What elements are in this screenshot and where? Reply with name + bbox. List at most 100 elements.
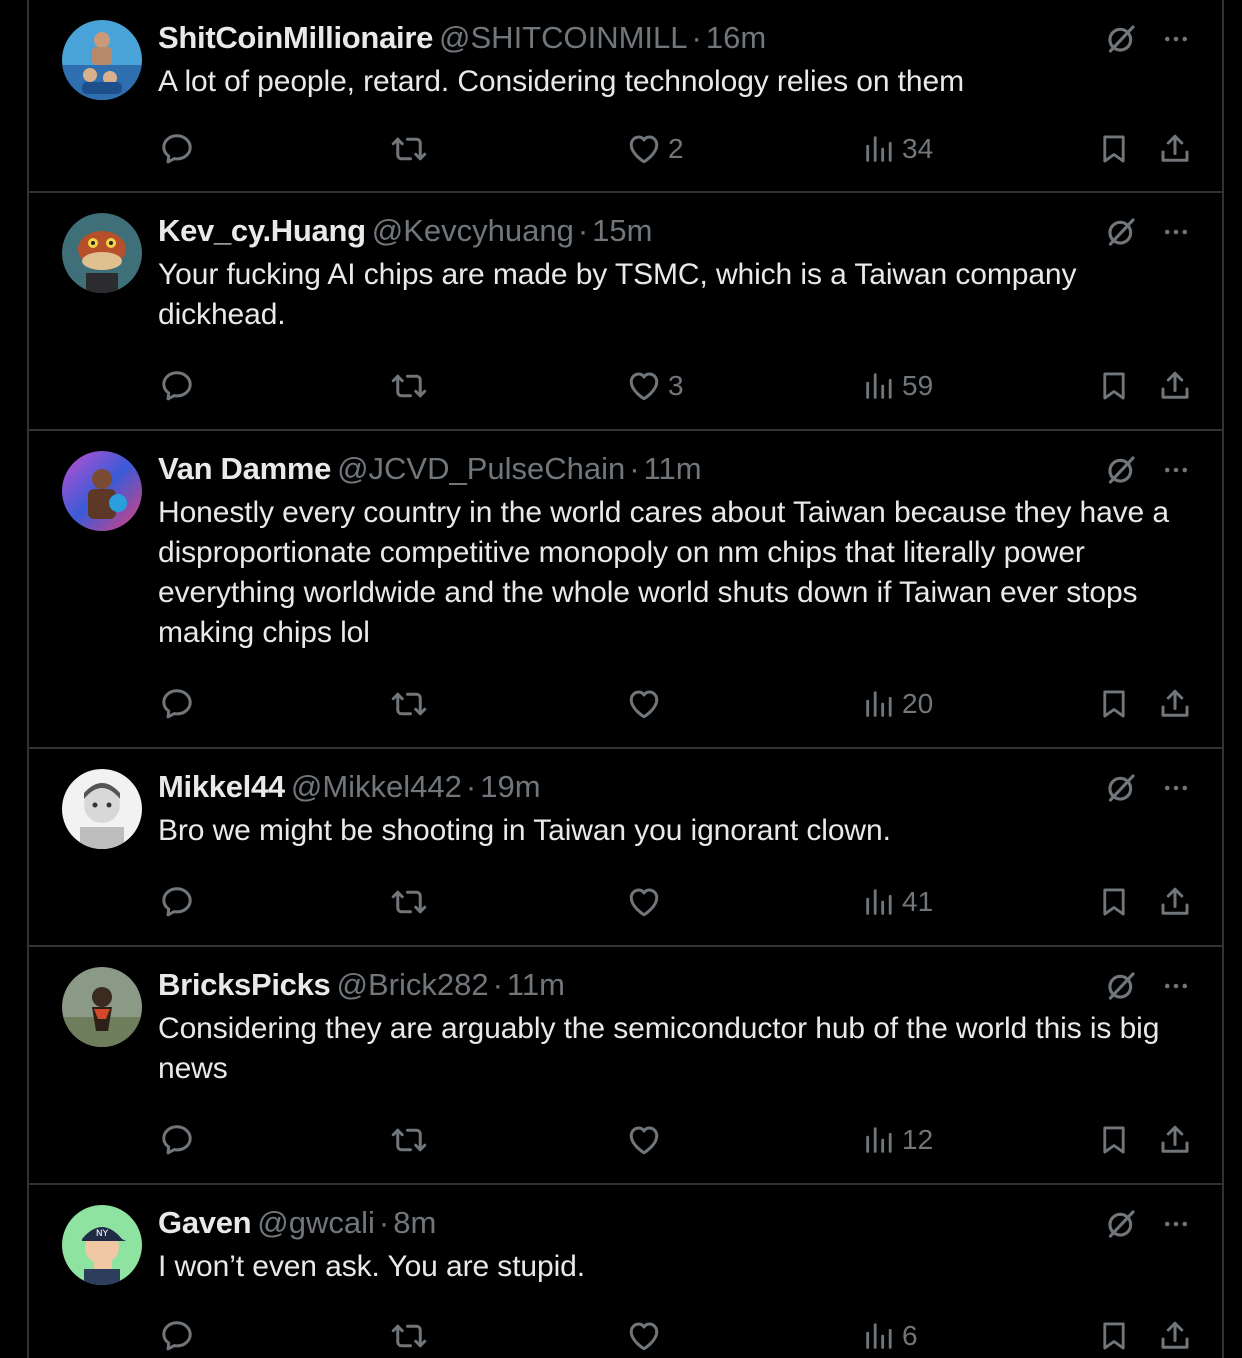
views-button[interactable]: 41 [862, 880, 933, 924]
reply-button[interactable] [159, 364, 195, 408]
more-dots-icon[interactable] [1159, 971, 1193, 1001]
avatar[interactable] [62, 213, 142, 293]
share-button[interactable] [1157, 127, 1193, 171]
separator-dot: · [465, 769, 477, 804]
display-name[interactable]: Mikkel44 [158, 769, 285, 804]
avatar[interactable]: NY [62, 1205, 142, 1285]
speech-bubble-icon [159, 1318, 195, 1354]
reply-button[interactable] [159, 880, 195, 924]
reply-post[interactable]: Kev_cy.Huang @Kevcyhuang · 15m Your fucking… [29, 193, 1222, 431]
replies-feed: ShitCoinMillionaire @SHITCOINMILL · 16m A l… [27, 0, 1224, 1358]
view-count: 59 [902, 370, 934, 401]
more-dots-icon[interactable] [1159, 24, 1193, 54]
more-dots-icon[interactable] [1159, 1209, 1193, 1239]
avatar[interactable] [62, 451, 142, 531]
avatar[interactable] [62, 20, 142, 100]
reply-header: Van Damme @JCVD_PulseChain · 11m [158, 449, 702, 489]
bookmark-icon [1097, 1122, 1131, 1158]
reply-button[interactable] [159, 1314, 195, 1358]
reply-button[interactable] [159, 1118, 195, 1162]
user-handle[interactable]: @Kevcyhuang [372, 213, 574, 248]
more-dots-icon[interactable] [1159, 773, 1193, 803]
views-button[interactable]: 59 [862, 364, 933, 408]
timestamp[interactable]: 16m [706, 20, 766, 55]
timestamp[interactable]: 11m [644, 451, 702, 486]
repost-button[interactable] [389, 364, 429, 408]
more-dots-icon[interactable] [1159, 217, 1193, 247]
bookmark-button[interactable] [1097, 1118, 1131, 1162]
grok-slash-circle-icon[interactable] [1104, 453, 1138, 487]
view-count: 12 [902, 1124, 934, 1155]
speech-bubble-icon [159, 884, 195, 920]
display-name[interactable]: Van Damme [158, 451, 331, 486]
reply-header: BricksPicks @Brick282 · 11m [158, 965, 565, 1005]
display-name[interactable]: ShitCoinMillionaire [158, 20, 433, 55]
reply-button[interactable] [159, 127, 195, 171]
like-button[interactable] [626, 682, 668, 726]
timestamp[interactable]: 15m [592, 213, 652, 248]
user-handle[interactable]: @SHITCOINMILL [439, 20, 688, 55]
grok-slash-circle-icon[interactable] [1104, 969, 1138, 1003]
reply-post[interactable]: NY Gaven @gwcali · 8m I won’t even ask. You… [29, 1185, 1222, 1358]
display-name[interactable]: Kev_cy.Huang [158, 213, 366, 248]
repost-button[interactable] [389, 1314, 429, 1358]
bookmark-icon [1097, 884, 1131, 920]
grok-slash-circle-icon[interactable] [1104, 22, 1138, 56]
like-button[interactable] [626, 1118, 668, 1162]
views-button[interactable]: 6 [862, 1314, 918, 1358]
display-name[interactable]: Gaven [158, 1205, 252, 1240]
user-handle[interactable]: @JCVD_PulseChain [337, 451, 625, 486]
share-button[interactable] [1157, 880, 1193, 924]
reply-post[interactable]: Van Damme @JCVD_PulseChain · 11m Honestly e… [29, 431, 1222, 749]
share-button[interactable] [1157, 682, 1193, 726]
reply-post[interactable]: ShitCoinMillionaire @SHITCOINMILL · 16m A l… [29, 0, 1222, 193]
more-dots-icon[interactable] [1159, 455, 1193, 485]
like-button[interactable] [626, 1314, 668, 1358]
repost-button[interactable] [389, 880, 429, 924]
bookmark-button[interactable] [1097, 880, 1131, 924]
repost-icon [389, 1122, 429, 1158]
reply-header: ShitCoinMillionaire @SHITCOINMILL · 16m [158, 18, 766, 58]
timestamp[interactable]: 8m [393, 1205, 436, 1240]
grok-slash-circle-icon[interactable] [1104, 215, 1138, 249]
share-button[interactable] [1157, 364, 1193, 408]
user-handle[interactable]: @Mikkel442 [291, 769, 462, 804]
repost-button[interactable] [389, 1118, 429, 1162]
reply-button[interactable] [159, 682, 195, 726]
avatar[interactable] [62, 769, 142, 849]
views-button[interactable]: 12 [862, 1118, 933, 1162]
user-handle[interactable]: @Brick282 [337, 967, 489, 1002]
views-button[interactable]: 20 [862, 682, 933, 726]
share-button[interactable] [1157, 1118, 1193, 1162]
bookmark-button[interactable] [1097, 364, 1131, 408]
bookmark-button[interactable] [1097, 682, 1131, 726]
separator-dot: · [378, 1205, 390, 1240]
repost-button[interactable] [389, 127, 429, 171]
share-icon [1157, 1122, 1193, 1158]
share-button[interactable] [1157, 1314, 1193, 1358]
action-bar: 41 [29, 880, 1222, 924]
display-name[interactable]: BricksPicks [158, 967, 331, 1002]
reply-post[interactable]: BricksPicks @Brick282 · 11m Considering the… [29, 947, 1222, 1185]
bookmark-icon [1097, 131, 1131, 167]
repost-button[interactable] [389, 682, 429, 726]
timestamp[interactable]: 19m [480, 769, 540, 804]
reply-post[interactable]: Mikkel44 @Mikkel442 · 19m Bro we might be s… [29, 749, 1222, 947]
like-button[interactable] [626, 880, 668, 924]
grok-slash-circle-icon[interactable] [1104, 771, 1138, 805]
avatar[interactable] [62, 967, 142, 1047]
heart-icon [626, 1122, 662, 1158]
grok-slash-circle-icon[interactable] [1104, 1207, 1138, 1241]
view-count: 34 [902, 133, 934, 164]
user-handle[interactable]: @gwcali [257, 1205, 375, 1240]
bookmark-button[interactable] [1097, 1314, 1131, 1358]
separator-dot: · [691, 20, 702, 55]
action-bar: 20 [29, 682, 1222, 726]
timestamp[interactable]: 11m [507, 967, 565, 1002]
views-button[interactable]: 34 [862, 127, 933, 171]
action-bar: 6 [29, 1314, 1222, 1358]
like-button[interactable]: 3 [626, 364, 684, 408]
reply-text: Bro we might be shooting in Taiwan you i… [158, 814, 891, 847]
like-button[interactable]: 2 [626, 127, 684, 171]
bookmark-button[interactable] [1097, 127, 1131, 171]
